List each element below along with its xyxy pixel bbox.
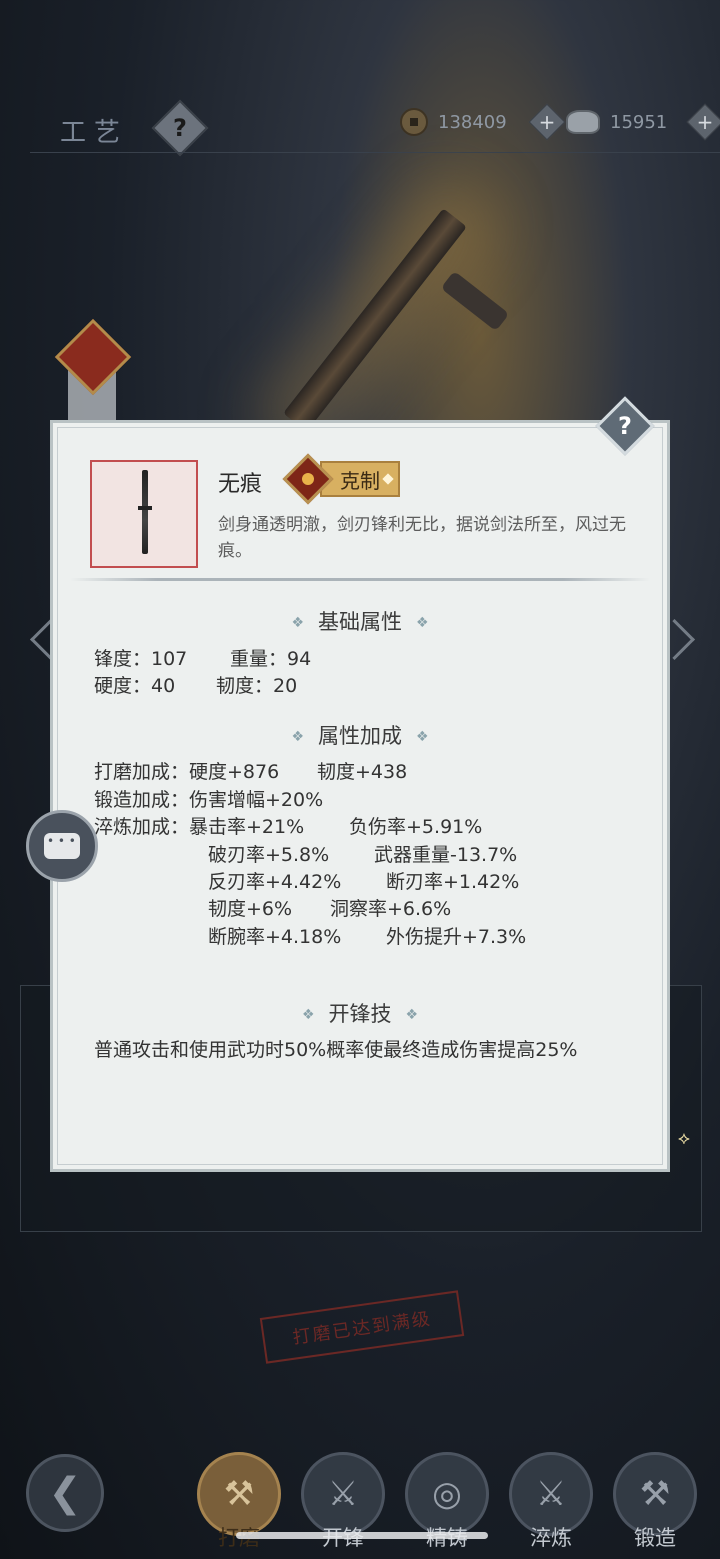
temper-bonus-row: 韧度+6% 洞察率+6.6%	[208, 894, 451, 921]
screen-title: 工艺	[60, 118, 129, 148]
base-attr-row: 硬度：40 韧度：20	[94, 671, 297, 698]
forge-bonus-row: 锻造加成：伤害增幅+20%	[94, 785, 323, 812]
silver-ingot-icon	[566, 110, 600, 134]
hardness-value: 硬度：40	[94, 675, 176, 697]
bonus-label: 锻造加成：	[94, 789, 190, 811]
section-title: 属性加成	[318, 724, 402, 748]
back-arrow-icon: ❮	[48, 1470, 82, 1516]
sharpness-value: 锋度：107	[94, 648, 188, 670]
plus-icon: +	[538, 110, 556, 134]
bonus-value: 武器重量-13.7%	[374, 844, 518, 866]
temper-bonus-row: 断腕率+4.18% 外伤提升+7.3%	[208, 922, 526, 949]
bonus-value: 韧度+438	[317, 761, 408, 783]
bonus-value: 伤害增幅+20%	[189, 789, 324, 811]
base-attributes-heading: ❖ 基础属性 ❖	[50, 606, 670, 636]
bonus-value: 断腕率+4.18%	[208, 926, 342, 948]
diamond-icon: ❖	[291, 615, 304, 631]
chat-button[interactable]	[26, 810, 98, 882]
bottom-navigation: ❮ ⚒ 打磨 ⚔ 开锋 ◎ 精铸 ⚔ 淬炼 ⚒ 锻造	[0, 1440, 720, 1559]
background-sword-blade	[283, 208, 467, 432]
side-emblem-icon	[54, 318, 132, 396]
item-name: 无痕	[218, 472, 263, 497]
edge-skill-heading: ❖ 开锋技 ❖	[50, 998, 670, 1028]
temper-bonus-row: 破刃率+5.8% 武器重量-13.7%	[208, 840, 517, 867]
attribute-bonus-heading: ❖ 属性加成 ❖	[50, 720, 670, 750]
question-icon: ?	[173, 114, 187, 142]
copper-coin-icon	[400, 108, 428, 136]
background-sword-guard	[440, 270, 510, 332]
base-attr-row: 锋度：107 重量：94	[94, 644, 311, 671]
item-description: 剑身通透明澈，剑刃锋利无比，据说剑法所至，风过无痕。	[218, 515, 626, 561]
bonus-label: 打磨加成：	[94, 761, 190, 783]
header-divider	[30, 152, 720, 153]
bonus-value: 反刃率+4.42%	[208, 871, 342, 893]
silver-amount: 15951	[610, 111, 668, 133]
chat-bubble-icon	[44, 833, 80, 859]
tab-label: 锻造	[634, 1526, 676, 1550]
bonus-value: 破刃率+5.8%	[208, 844, 330, 866]
bonus-value: 硬度+876	[189, 761, 280, 783]
top-bar: 工艺 ? 138409 + 15951 +	[0, 90, 720, 157]
item-thumbnail	[90, 460, 198, 568]
bonus-value: 暴击率+21%	[189, 816, 305, 838]
bonus-label: 淬炼加成：	[94, 816, 190, 838]
toughness-value: 韧度：20	[216, 675, 298, 697]
bonus-value: 外伤提升+7.3%	[386, 926, 527, 948]
question-icon: ?	[618, 412, 632, 440]
copper-amount: 138409	[438, 111, 507, 133]
tab-temper[interactable]: ⚔ 淬炼	[508, 1452, 594, 1552]
bonus-value: 洞察率+6.6%	[330, 898, 452, 920]
temper-bonus-row: 反刃率+4.42% 断刃率+1.42%	[208, 867, 519, 894]
plus-icon: +	[696, 110, 714, 134]
section-divider	[70, 578, 650, 581]
home-indicator[interactable]	[236, 1532, 488, 1539]
bonus-value: 断刃率+1.42%	[386, 871, 520, 893]
temper-bonus-row: 淬炼加成：暴击率+21% 负伤率+5.91%	[94, 812, 482, 839]
copper-currency: 138409 +	[400, 103, 566, 141]
diamond-icon: ❖	[405, 1007, 419, 1023]
diamond-icon: ❖	[291, 729, 304, 745]
diamond-icon: ❖	[416, 615, 429, 631]
help-button[interactable]: ?	[151, 99, 209, 157]
edge-skill-description: 普通攻击和使用武功时50%概率使最终造成伤害提高25%	[94, 1039, 578, 1061]
tab-forge[interactable]: ⚒ 锻造	[612, 1452, 698, 1552]
counter-badge[interactable]: 克制	[282, 453, 400, 505]
bonus-value: 负伤率+5.91%	[349, 816, 483, 838]
diamond-icon: ❖	[301, 1007, 315, 1023]
diamond-icon: ❖	[416, 729, 429, 745]
butterfly-icon: ⟡	[678, 1128, 690, 1149]
section-title: 基础属性	[318, 610, 402, 634]
silver-currency: 15951 +	[566, 103, 720, 141]
polish-bonus-row: 打磨加成：硬度+876 韧度+438	[94, 757, 407, 784]
add-copper-button[interactable]: +	[528, 103, 566, 141]
max-level-stamp: 打磨已达到满级	[259, 1290, 465, 1364]
tab-label: 淬炼	[530, 1526, 572, 1550]
add-silver-button[interactable]: +	[686, 103, 720, 141]
section-title: 开锋技	[328, 1002, 392, 1026]
bonus-value: 韧度+6%	[208, 898, 293, 920]
back-button[interactable]: ❮	[26, 1454, 104, 1532]
weight-value: 重量：94	[230, 648, 312, 670]
